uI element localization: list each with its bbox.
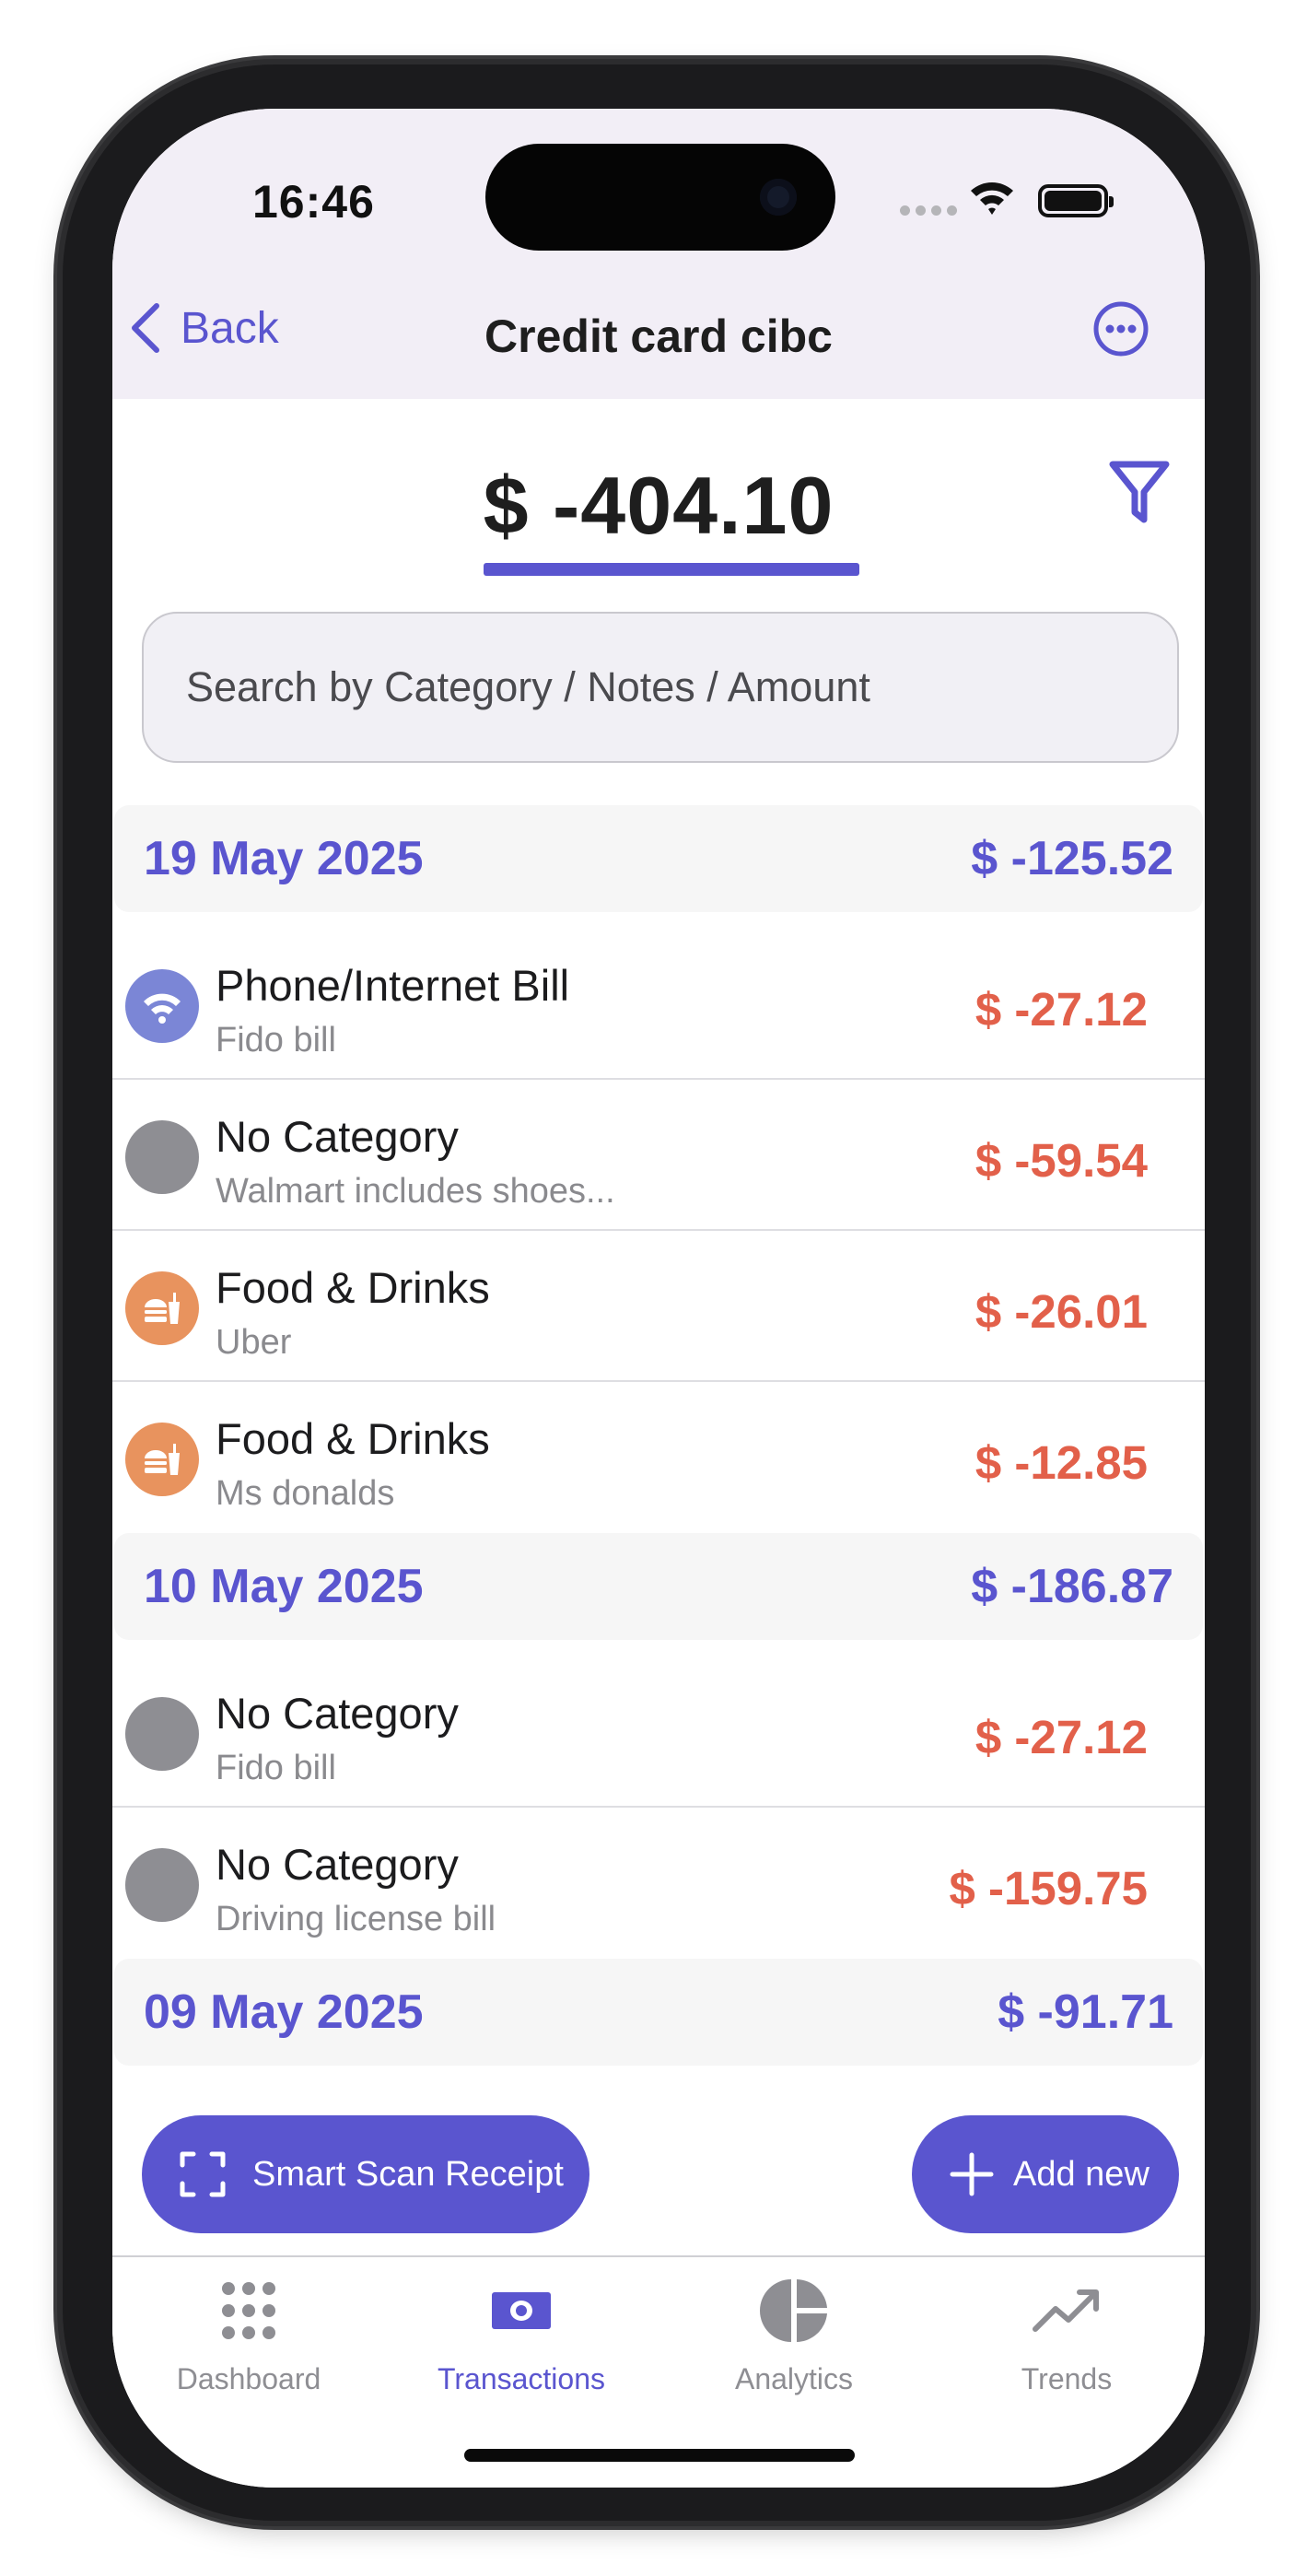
transaction-row[interactable]: No Category Walmart includes shoes... $ … [112,1080,1205,1231]
category-icon [125,1848,199,1922]
camera-icon [760,179,797,216]
transaction-category: No Category [216,1840,459,1889]
group-date: 09 May 2025 [144,1985,424,2039]
transaction-amount: $ -159.75 [949,1862,1148,1914]
home-indicator [464,2449,855,2462]
tab-label: Analytics [734,2362,854,2395]
transaction-list: 19 May 2025 $ -125.52 Phone/Internet Bil… [112,805,1205,2077]
tab-label: Transactions [438,2362,605,2395]
transaction-note: Uber [216,1323,292,1362]
transaction-row[interactable]: Food & Drinks Ms donalds $ -12.85 [112,1382,1205,1533]
category-icon [125,1697,199,1771]
transaction-row[interactable]: Food & Drinks Uber $ -26.01 [112,1231,1205,1382]
balance-value: $ -404.10 [483,460,834,551]
scan-label: Smart Scan Receipt [252,2154,564,2194]
transaction-amount: $ -27.12 [974,1711,1148,1763]
date-group-header: 19 May 2025 $ -125.52 [114,805,1203,912]
transaction-category: No Category [216,1689,459,1738]
scan-frame-icon [180,2151,226,2197]
category-icon [125,1423,199,1496]
group-date: 19 May 2025 [144,832,424,885]
top-bar: 16:46 Back Credit card cibc [112,109,1205,399]
group-total: $ -91.71 [998,1985,1173,2039]
transaction-amount: $ -12.85 [974,1436,1148,1489]
transaction-note: Fido bill [216,1749,336,1787]
transaction-category: Food & Drinks [216,1263,490,1312]
transaction-row[interactable]: No Category Driving license bill $ -159.… [112,1808,1205,1959]
balance-underline [484,563,859,576]
category-icon [125,1271,199,1345]
cellular-signal-icon [900,205,957,216]
plus-icon [950,2152,994,2196]
search-placeholder: Search by Category / Notes / Amount [186,663,870,710]
add-new-button[interactable]: Add new [912,2115,1179,2233]
date-group-header: 10 May 2025 $ -186.87 [114,1533,1203,1640]
trend-icon [1033,2289,1099,2332]
transaction-note: Fido bill [216,1021,336,1060]
category-icon [125,1120,199,1194]
add-label: Add new [1013,2154,1149,2194]
transaction-category: Phone/Internet Bill [216,961,570,1010]
screen: 16:46 Back Credit card cibc $ -404.10 Se… [112,109,1205,2488]
transaction-note: Walmart includes shoes... [216,1172,615,1211]
group-date: 10 May 2025 [144,1560,424,1613]
group-total: $ -186.87 [971,1560,1173,1613]
wifi-icon [144,993,181,1024]
tab-analytics[interactable]: Analytics [658,2277,930,2396]
transaction-note: Ms donalds [216,1474,395,1513]
filter-icon[interactable] [1107,457,1172,527]
transaction-note: Driving license bill [216,1900,496,1938]
tab-label: Dashboard [176,2362,321,2395]
fast-food-icon [145,1444,180,1475]
money-icon [492,2292,551,2329]
group-total: $ -125.52 [971,832,1173,885]
smart-scan-receipt-button[interactable]: Smart Scan Receipt [142,2115,589,2233]
status-time: 16:46 [252,176,375,228]
fast-food-icon [145,1293,180,1324]
tab-dashboard[interactable]: Dashboard [112,2277,385,2396]
grid-icon [222,2282,275,2339]
pie-chart-icon [760,2279,827,2342]
category-icon [125,969,199,1043]
transaction-row[interactable]: Phone/Internet Bill Fido bill $ -27.12 [112,929,1205,1080]
transaction-category: Food & Drinks [216,1414,490,1463]
transaction-amount: $ -59.54 [974,1134,1148,1187]
wifi-status-icon [971,182,1013,215]
transaction-category: No Category [216,1112,459,1161]
battery-icon [1038,184,1114,217]
transaction-amount: $ -27.12 [974,983,1148,1036]
transaction-row[interactable]: No Category Fido bill $ -27.12 [112,1657,1205,1808]
date-group-header: 09 May 2025 $ -91.71 [114,1959,1203,2066]
page-title: Credit card cibc [484,310,833,362]
search-input[interactable]: Search by Category / Notes / Amount [142,612,1179,763]
tab-trends[interactable]: Trends [930,2277,1203,2396]
dynamic-island [485,144,835,251]
balance: $ -404.10 [112,459,1205,553]
tab-transactions[interactable]: Transactions [385,2277,658,2396]
tab-label: Trends [1021,2362,1113,2395]
transaction-amount: $ -26.01 [974,1285,1148,1338]
more-options-icon[interactable] [1092,300,1149,357]
